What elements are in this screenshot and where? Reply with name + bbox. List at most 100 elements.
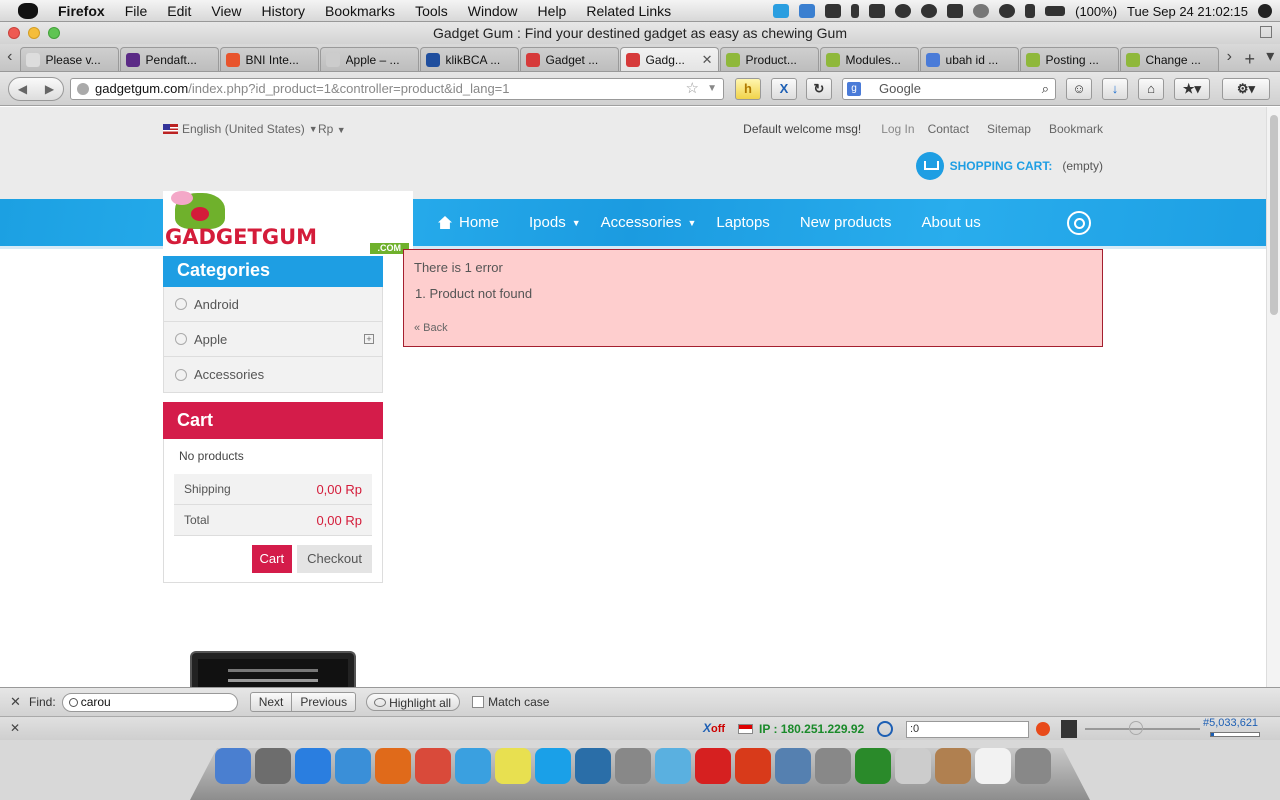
bookmarks-menu-icon[interactable]: ★▾ (1174, 78, 1210, 100)
tools-menu-icon[interactable]: ⚙▾ (1222, 78, 1270, 100)
tab-list-icon[interactable]: ▾ (1261, 43, 1280, 71)
dock-app-icon[interactable] (495, 748, 531, 784)
google-engine-icon[interactable]: g (847, 82, 861, 96)
twitter-icon[interactable] (773, 4, 790, 18)
menu-help[interactable]: Help (528, 3, 577, 19)
browser-tab[interactable]: Change ... (1119, 47, 1219, 71)
dock-app-icon[interactable] (455, 748, 491, 784)
close-tab-icon[interactable]: ✕ (702, 52, 713, 68)
tab-scroll-left-icon[interactable]: ‹ (0, 43, 20, 71)
zoom-window-button[interactable] (48, 27, 60, 39)
shopping-cart-summary[interactable]: SHOPPING CART: (empty) (915, 152, 1103, 180)
site-search-icon[interactable] (1067, 211, 1091, 235)
home-icon[interactable]: ⌂ (1138, 78, 1164, 100)
xoff-indicator[interactable]: Xoff (703, 721, 725, 735)
scrollbar-thumb[interactable] (1270, 115, 1278, 315)
close-find-icon[interactable]: ✕ (10, 694, 22, 710)
currency-selector[interactable]: Rp ▼ (318, 122, 346, 136)
bolt-icon[interactable] (851, 4, 860, 18)
search-bar[interactable]: g Google ⌕ (842, 78, 1056, 100)
expand-icon[interactable]: + (364, 334, 374, 344)
match-case-checkbox[interactable] (472, 696, 485, 708)
browser-tab[interactable]: BNI Inte... (219, 47, 319, 71)
clock[interactable]: Tue Sep 24 21:02:15 (1127, 4, 1248, 19)
alexa-icon[interactable] (1061, 720, 1077, 738)
browser-tab[interactable]: Posting ... (1019, 47, 1119, 71)
back-link[interactable]: « Back (414, 322, 448, 334)
browser-tab[interactable]: Gadget ... (519, 47, 619, 71)
browser-tab[interactable]: Apple – ... (319, 47, 419, 71)
browser-tab[interactable]: Please v... (19, 47, 119, 71)
addon-input[interactable]: :0 (906, 721, 1029, 738)
menu-bookmarks[interactable]: Bookmarks (315, 3, 405, 19)
login-link[interactable]: Log In (881, 122, 914, 136)
apple-icon[interactable] (18, 2, 38, 19)
site-identity-icon[interactable] (77, 83, 89, 95)
dock-app-icon[interactable] (1015, 748, 1051, 784)
dock-app-icon[interactable] (215, 748, 251, 784)
battery-icon[interactable] (1045, 6, 1066, 16)
menu-related-links[interactable]: Related Links (576, 3, 681, 19)
dock-app-icon[interactable] (895, 748, 931, 784)
close-window-button[interactable] (8, 27, 20, 39)
dock-app-icon[interactable] (295, 748, 331, 784)
language-selector[interactable]: English (United States) ▼ (163, 122, 318, 136)
menu-history[interactable]: History (251, 3, 315, 19)
volume-icon[interactable] (1025, 4, 1036, 18)
browser-tab[interactable]: Product... (719, 47, 819, 71)
sitemap-link[interactable]: Sitemap (987, 122, 1031, 136)
url-dropdown-icon[interactable]: ▼ (707, 79, 717, 99)
new-tab-button[interactable]: + (1239, 47, 1260, 71)
dock-app-icon[interactable] (775, 748, 811, 784)
browser-tab[interactable]: klikBCA ... (419, 47, 519, 71)
url-bar[interactable]: gadgetgum.com/index.php?id_product=1&con… (70, 78, 724, 100)
checkout-button[interactable]: Checkout (297, 545, 372, 573)
tab-scroll-right-icon[interactable]: › (1220, 43, 1240, 71)
addon-icon[interactable]: ☺ (1066, 78, 1092, 100)
spotlight-icon[interactable] (1258, 4, 1272, 18)
dock-app-icon[interactable] (735, 748, 771, 784)
fullscreen-icon[interactable] (1260, 26, 1272, 38)
dock-app-icon[interactable] (535, 748, 571, 784)
find-next-button[interactable]: Next (251, 693, 292, 711)
menu-tools[interactable]: Tools (405, 3, 458, 19)
browser-tab[interactable]: Gadg... ✕ (619, 47, 719, 71)
gamepad-icon[interactable] (947, 4, 964, 18)
menu-new-products[interactable]: New products (800, 214, 892, 231)
dock-app-icon[interactable] (655, 748, 691, 784)
dock-app-icon[interactable] (415, 748, 451, 784)
browser-tab[interactable]: Pendaft... (119, 47, 219, 71)
dock-app-icon[interactable] (695, 748, 731, 784)
wifi-icon[interactable] (999, 4, 1016, 18)
dock-app-icon[interactable] (815, 748, 851, 784)
folder-icon[interactable] (869, 4, 886, 18)
back-button[interactable]: ◀ (9, 78, 36, 100)
h-extension-icon[interactable]: h (735, 78, 761, 100)
downloads-icon[interactable]: ↓ (1102, 78, 1128, 100)
highlight-all-button[interactable]: Highlight all (366, 693, 461, 711)
menu-file[interactable]: File (115, 3, 158, 19)
dock-app-icon[interactable] (335, 748, 371, 784)
menu-app[interactable]: Firefox (48, 3, 115, 19)
minimize-window-button[interactable] (28, 27, 40, 39)
find-previous-button[interactable]: Previous (291, 693, 355, 711)
find-input[interactable]: carou (61, 692, 238, 712)
category-apple[interactable]: Apple + (164, 322, 382, 357)
xmarks-icon[interactable]: X (771, 78, 797, 100)
dock-app-icon[interactable] (855, 748, 891, 784)
p-addon-icon[interactable] (877, 721, 893, 737)
dock-app-icon[interactable] (375, 748, 411, 784)
dropbox-icon[interactable] (799, 4, 816, 18)
category-accessories[interactable]: Accessories (164, 357, 382, 392)
menu-about-us[interactable]: About us (922, 214, 981, 231)
search-icon[interactable]: ⌕ (1042, 79, 1049, 99)
contact-link[interactable]: Contact (928, 122, 969, 136)
screenshot-icon[interactable] (825, 4, 842, 18)
menu-edit[interactable]: Edit (157, 3, 201, 19)
site-logo[interactable]: GADGETGUM .COM (163, 191, 413, 255)
menu-home[interactable]: Home (438, 214, 499, 231)
hat-icon[interactable] (895, 4, 912, 18)
dock-app-icon[interactable] (575, 748, 611, 784)
cart-button[interactable]: Cart (251, 545, 293, 573)
h-addon-icon[interactable] (1036, 722, 1050, 736)
